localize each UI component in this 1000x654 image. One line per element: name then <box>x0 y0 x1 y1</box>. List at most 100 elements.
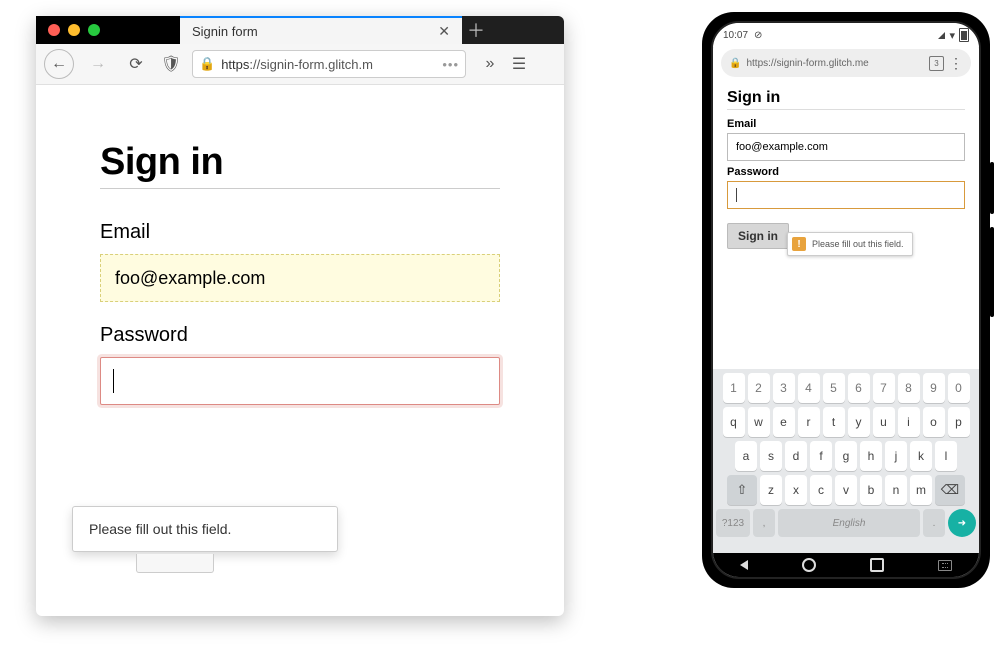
email-field[interactable]: foo@example.com <box>727 133 965 161</box>
phone-screen: 10:07 ⊘ ▾ 🔒 https://signin-form.glitch.m… <box>711 21 981 579</box>
forward-button[interactable]: → <box>84 50 112 78</box>
back-button[interactable]: ← <box>44 49 74 79</box>
overflow-icon[interactable]: » <box>476 55 498 73</box>
nav-home-icon[interactable] <box>802 558 816 572</box>
comma-key[interactable]: , <box>753 509 775 537</box>
key-i[interactable]: i <box>898 407 920 437</box>
lock-icon: 🔒 <box>729 58 741 69</box>
key-6[interactable]: 6 <box>848 373 870 403</box>
browser-tab[interactable]: Signin form ✕ <box>180 16 462 44</box>
key-p[interactable]: p <box>948 407 970 437</box>
status-bar: 10:07 ⊘ ▾ <box>713 23 979 47</box>
menu-icon[interactable]: ⋮ <box>949 55 963 72</box>
key-y[interactable]: y <box>848 407 870 437</box>
password-field[interactable] <box>727 181 965 209</box>
key-u[interactable]: u <box>873 407 895 437</box>
title-divider <box>100 188 500 189</box>
key-4[interactable]: 4 <box>798 373 820 403</box>
key-d[interactable]: d <box>785 441 807 471</box>
key-o[interactable]: o <box>923 407 945 437</box>
reload-button[interactable]: ⟳ <box>122 50 150 78</box>
page-content: Sign in Email foo@example.com Password <box>36 85 564 405</box>
key-9[interactable]: 9 <box>923 373 945 403</box>
minimize-icon[interactable] <box>68 24 80 36</box>
key-w[interactable]: w <box>748 407 770 437</box>
password-label: Password <box>100 324 500 347</box>
space-key[interactable]: English <box>778 509 920 537</box>
text-caret <box>113 369 114 393</box>
shift-key[interactable]: ⇧ <box>727 475 757 505</box>
key-1[interactable]: 1 <box>723 373 745 403</box>
backspace-key[interactable]: ⌫ <box>935 475 965 505</box>
desktop-browser-window: Signin form ✕ ＋ ← → ⟳ 🛡 🔒 https://signin… <box>36 16 564 616</box>
key-s[interactable]: s <box>760 441 782 471</box>
email-value: foo@example.com <box>736 141 828 153</box>
signin-button[interactable]: Sign in <box>727 223 789 249</box>
mobile-url-text: https://signin-form.glitch.me <box>746 58 924 69</box>
enter-key[interactable]: ➜ <box>948 509 976 537</box>
page-title: Sign in <box>727 89 965 107</box>
mobile-page-content: Sign in Email foo@example.com Password S… <box>713 83 979 249</box>
key-7[interactable]: 7 <box>873 373 895 403</box>
key-t[interactable]: t <box>823 407 845 437</box>
kbd-row-z: ⇧zxcvbnm⌫ <box>716 475 976 505</box>
email-field[interactable]: foo@example.com <box>100 254 500 302</box>
phone-device-frame: 10:07 ⊘ ▾ 🔒 https://signin-form.glitch.m… <box>702 12 990 588</box>
close-icon[interactable] <box>48 24 60 36</box>
lock-icon: 🔒 <box>199 56 215 72</box>
new-tab-button[interactable]: ＋ <box>462 16 490 44</box>
browser-toolbar: ← → ⟳ 🛡 🔒 https://signin-form.glitch.m •… <box>36 44 564 85</box>
validation-tooltip: ! Please fill out this field. <box>787 232 913 256</box>
email-value: foo@example.com <box>115 268 265 289</box>
address-bar[interactable]: 🔒 https://signin-form.glitch.m ••• <box>192 50 466 78</box>
signal-icon <box>938 32 945 39</box>
battery-icon <box>959 28 969 42</box>
tab-count-button[interactable]: 3 <box>929 56 944 71</box>
password-label: Password <box>727 166 965 178</box>
key-3[interactable]: 3 <box>773 373 795 403</box>
key-8[interactable]: 8 <box>898 373 920 403</box>
nav-recent-icon[interactable] <box>870 558 884 572</box>
window-titlebar: Signin form ✕ ＋ <box>36 16 564 44</box>
key-q[interactable]: q <box>723 407 745 437</box>
key-x[interactable]: x <box>785 475 807 505</box>
key-k[interactable]: k <box>910 441 932 471</box>
page-actions-icon[interactable]: ••• <box>442 57 459 72</box>
key-j[interactable]: j <box>885 441 907 471</box>
key-2[interactable]: 2 <box>748 373 770 403</box>
kbd-bottom-row: ?123 , English . ➜ <box>716 509 976 537</box>
key-5[interactable]: 5 <box>823 373 845 403</box>
nav-keyboard-icon[interactable] <box>938 560 952 571</box>
window-controls <box>36 16 180 44</box>
key-a[interactable]: a <box>735 441 757 471</box>
nav-back-icon[interactable] <box>740 560 748 570</box>
tab-close-icon[interactable]: ✕ <box>438 23 450 40</box>
key-r[interactable]: r <box>798 407 820 437</box>
period-key[interactable]: . <box>923 509 945 537</box>
validation-message: Please fill out this field. <box>812 239 904 249</box>
warning-icon: ! <box>792 237 806 251</box>
email-label: Email <box>727 118 965 130</box>
key-h[interactable]: h <box>860 441 882 471</box>
key-b[interactable]: b <box>860 475 882 505</box>
key-0[interactable]: 0 <box>948 373 970 403</box>
key-g[interactable]: g <box>835 441 857 471</box>
key-v[interactable]: v <box>835 475 857 505</box>
shield-icon[interactable]: 🛡 <box>160 54 182 74</box>
menu-icon[interactable]: ☰ <box>508 54 530 74</box>
maximize-icon[interactable] <box>88 24 100 36</box>
key-f[interactable]: f <box>810 441 832 471</box>
mode-key[interactable]: ?123 <box>716 509 750 537</box>
key-e[interactable]: e <box>773 407 795 437</box>
kbd-row-a: asdfghjkl <box>716 441 976 471</box>
key-n[interactable]: n <box>885 475 907 505</box>
key-l[interactable]: l <box>935 441 957 471</box>
signin-button-obscured[interactable] <box>136 554 214 573</box>
mobile-address-bar[interactable]: 🔒 https://signin-form.glitch.me 3 ⋮ <box>721 49 971 77</box>
key-z[interactable]: z <box>760 475 782 505</box>
validation-tooltip: Please fill out this field. <box>72 506 338 552</box>
key-m[interactable]: m <box>910 475 932 505</box>
title-divider <box>727 109 965 110</box>
key-c[interactable]: c <box>810 475 832 505</box>
password-field[interactable] <box>100 357 500 405</box>
